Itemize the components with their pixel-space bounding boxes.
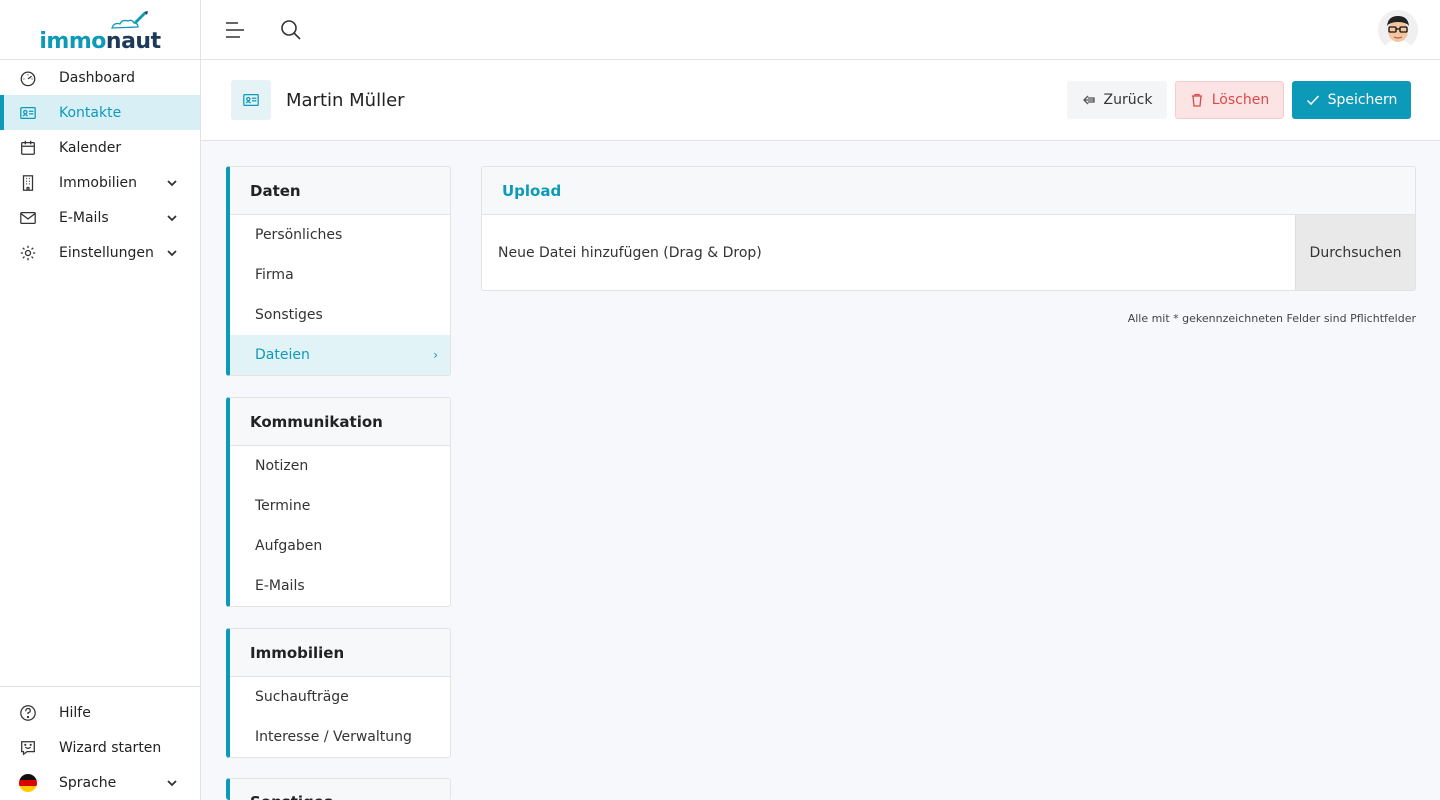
subnav-item-emails[interactable]: E-Mails [230,566,450,606]
logo-text: immonaut [39,29,161,54]
back-button[interactable]: Zurück [1067,81,1167,119]
sidebar-item-label: E-Mails [59,209,109,226]
sidebar-item-kontakte[interactable]: Kontakte [0,95,200,130]
sidebar-item-label: Wizard starten [59,739,162,756]
subnav-sonstiges: Sonstiges [226,778,451,800]
page-header: Martin Müller Zurück Löschen Speichern [201,60,1440,141]
sidebar-item-label: Sprache [59,774,117,791]
sidebar-item-dashboard[interactable]: Dashboard [0,60,200,95]
check-icon [1306,95,1319,106]
user-avatar-icon [1378,10,1418,50]
help-circle-icon [18,703,38,723]
subnav-item-notizen[interactable]: Notizen [230,446,450,486]
subnav-item-label: Dateien [255,347,310,363]
upload-title: Upload [482,167,1415,215]
required-fields-note: Alle mit * gekennzeichneten Felder sind … [1127,312,1416,325]
subnav-item-suchauftraege[interactable]: Suchaufträge [230,677,450,717]
avatar[interactable] [1378,10,1418,50]
upload-card: Upload Neue Datei hinzufügen (Drag & Dro… [481,166,1416,291]
flag-de-icon [18,773,38,793]
browse-button[interactable]: Durchsuchen [1295,215,1415,290]
menu-icon[interactable] [224,19,246,41]
calendar-icon [18,138,38,158]
trash-icon [1191,93,1202,107]
subnav-item-interesse-verwaltung[interactable]: Interesse / Verwaltung [230,717,450,757]
main-nav: Dashboard Kontakte Kalender Immobilien E… [0,60,200,270]
subnav-title: Kommunikation [230,398,450,446]
sidebar-item-label: Einstellungen [59,244,154,261]
rocket-cloud-icon [111,11,148,29]
sidebar-item-sprache[interactable]: Sprache [0,765,200,800]
sidebar-item-kalender[interactable]: Kalender [0,130,200,165]
arrow-left-icon [1082,95,1095,105]
envelope-icon [18,208,38,228]
gauge-icon [18,68,38,88]
subnav-daten: Daten Persönliches Firma Sonstiges Datei… [226,166,451,376]
building-icon [18,173,38,193]
chat-smile-icon [18,738,38,758]
subnav-item-sonstiges[interactable]: Sonstiges [230,295,450,335]
search-icon[interactable] [280,19,302,41]
sidebar-item-label: Kalender [59,139,122,156]
app-logo[interactable]: immonaut [0,0,200,60]
logo-immo: immo [39,29,106,54]
contact-card-icon [231,80,271,120]
subnav-kommunikation: Kommunikation Notizen Termine Aufgaben E… [226,397,451,607]
sidebar-item-label: Dashboard [59,69,135,86]
save-button-label: Speichern [1327,92,1398,108]
subnav-title: Immobilien [230,629,450,677]
chevron-down-icon [167,179,177,186]
subnav-item-termine[interactable]: Termine [230,486,450,526]
sidebar-item-hilfe[interactable]: Hilfe [0,695,200,730]
delete-button[interactable]: Löschen [1175,81,1284,119]
chevron-down-icon [167,249,177,256]
delete-button-label: Löschen [1211,92,1270,108]
subnav-title: Sonstiges [230,779,450,800]
sidebar-item-emails[interactable]: E-Mails [0,200,200,235]
subnav-item-persoenliches[interactable]: Persönliches [230,215,450,255]
page-title: Martin Müller [286,90,405,111]
subnav-item-aufgaben[interactable]: Aufgaben [230,526,450,566]
subnav-item-dateien[interactable]: Dateien › [230,335,450,375]
sidebar-item-label: Kontakte [59,104,122,121]
sidebar-item-label: Hilfe [59,704,91,721]
sidebar-item-einstellungen[interactable]: Einstellungen [0,235,200,270]
logo-naut: naut [105,29,161,54]
bottom-nav: Hilfe Wizard starten Sprache [0,686,200,800]
file-drop-zone[interactable]: Neue Datei hinzufügen (Drag & Drop) [482,215,1295,290]
sidebar-item-wizard[interactable]: Wizard starten [0,730,200,765]
back-button-label: Zurück [1103,92,1153,108]
sidebar-item-immobilien[interactable]: Immobilien [0,165,200,200]
save-button[interactable]: Speichern [1292,81,1411,119]
sidebar-item-label: Immobilien [59,174,138,191]
contact-card-icon [18,103,38,123]
subnav-item-firma[interactable]: Firma [230,255,450,295]
sidebar: immonaut Dashboard Kontakte Kalender Imm… [0,0,201,800]
subnav-immobilien: Immobilien Suchaufträge Interesse / Verw… [226,628,451,758]
subnav-title: Daten [230,167,450,215]
gear-icon [18,243,38,263]
chevron-down-icon [167,214,177,221]
topbar [201,0,1440,60]
chevron-right-icon: › [433,348,438,362]
chevron-down-icon [167,779,177,786]
